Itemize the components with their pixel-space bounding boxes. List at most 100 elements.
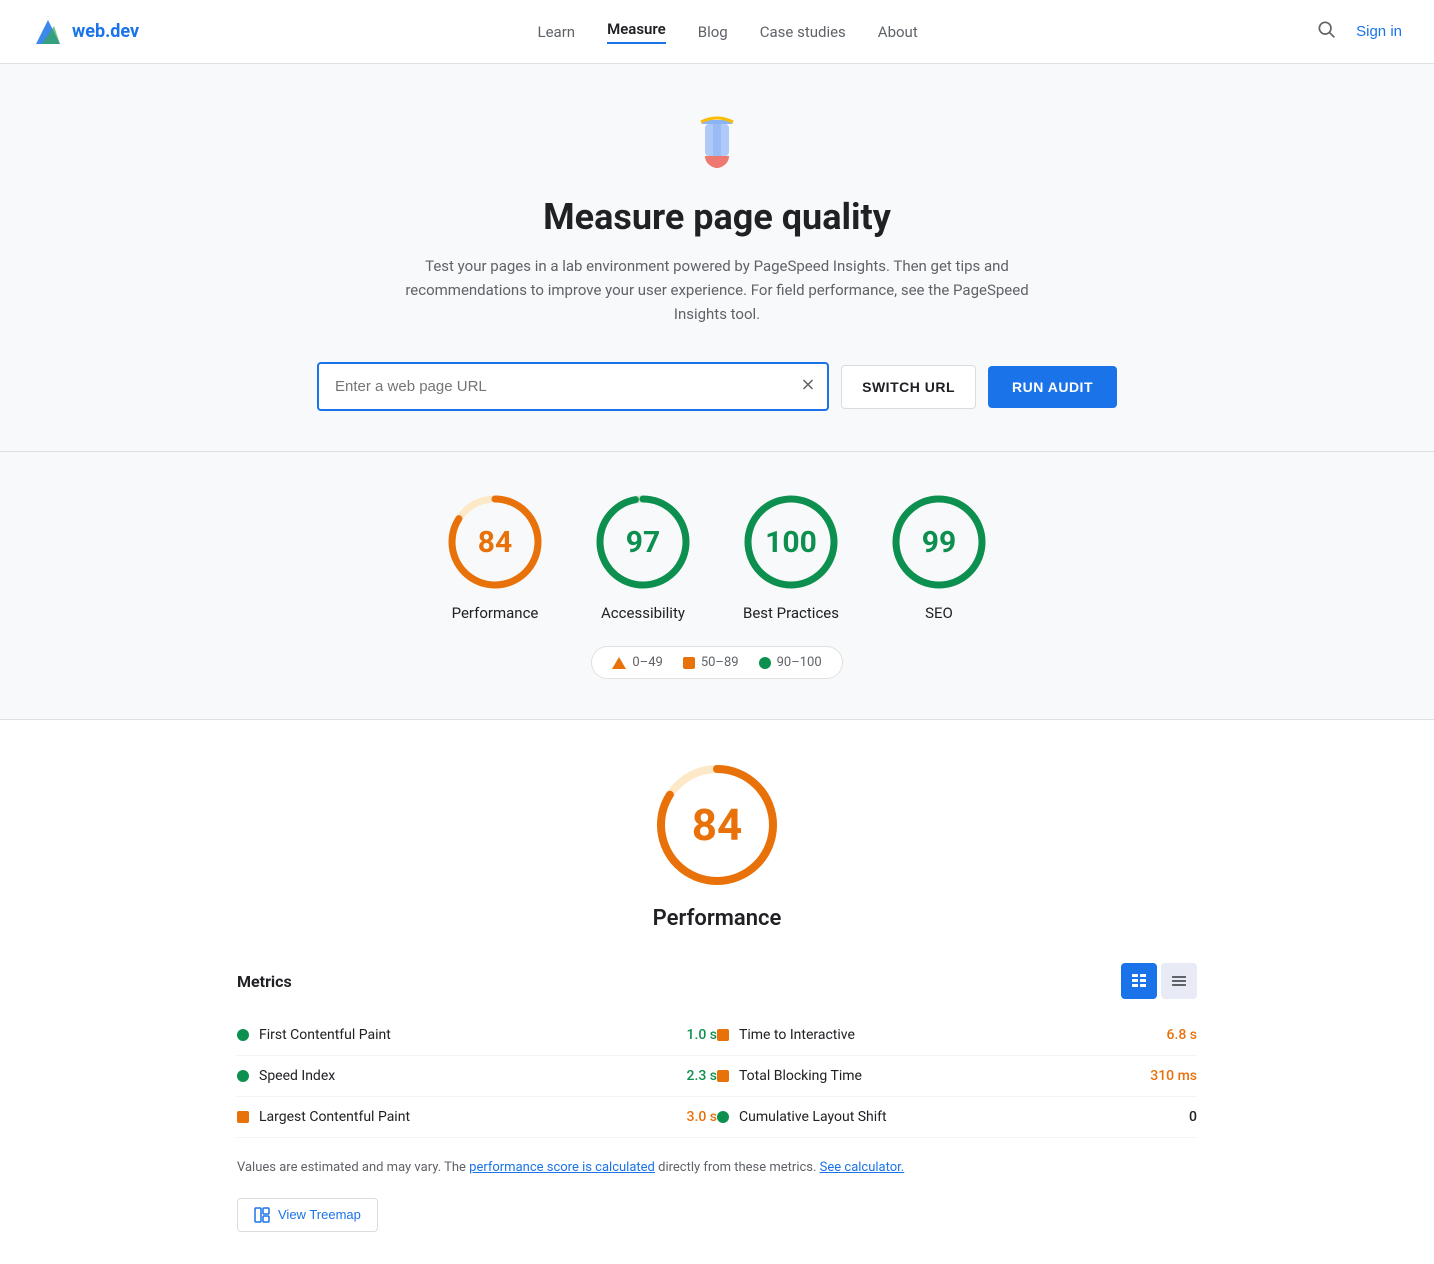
hero-title: Measure page quality bbox=[32, 196, 1402, 238]
score-item-performance: 84 Performance bbox=[445, 492, 545, 622]
metric-row-cls: Cumulative Layout Shift 0 bbox=[717, 1097, 1197, 1138]
perf-score-link[interactable]: performance score is calculated bbox=[469, 1160, 655, 1175]
metric-name-tti: Time to Interactive bbox=[739, 1027, 1157, 1043]
legend-fail-range: 0–49 bbox=[632, 655, 662, 670]
switch-url-button[interactable]: SWITCH URL bbox=[841, 365, 976, 409]
score-circle-best-practices: 100 bbox=[741, 492, 841, 592]
performance-score-circle: 84 bbox=[652, 760, 782, 890]
metric-value-lcp: 3.0 s bbox=[687, 1109, 718, 1125]
metric-name-tbt: Total Blocking Time bbox=[739, 1068, 1140, 1084]
url-input[interactable] bbox=[317, 362, 829, 411]
grid-icon bbox=[1131, 973, 1147, 989]
navigation: web.dev Learn Measure Blog Case studies … bbox=[0, 0, 1434, 64]
metrics-left-column: First Contentful Paint 1.0 s Speed Index… bbox=[237, 1015, 717, 1138]
close-icon bbox=[799, 375, 817, 393]
metric-indicator-tti bbox=[717, 1029, 729, 1041]
metric-indicator-fcp bbox=[237, 1029, 249, 1041]
score-value-seo: 99 bbox=[922, 525, 956, 560]
values-note: Values are estimated and may vary. The p… bbox=[237, 1158, 1197, 1178]
run-audit-button[interactable]: RUN AUDIT bbox=[988, 366, 1117, 408]
score-item-best-practices: 100 Best Practices bbox=[741, 492, 841, 622]
score-item-accessibility: 97 Accessibility bbox=[593, 492, 693, 622]
score-legend: 0–49 50–89 90–100 bbox=[591, 646, 842, 679]
score-label-best-practices: Best Practices bbox=[743, 604, 839, 622]
legend-item-average: 50–89 bbox=[683, 655, 739, 670]
legend-item-pass: 90–100 bbox=[759, 655, 822, 670]
nav-link-learn[interactable]: Learn bbox=[538, 23, 576, 41]
nav-link-about[interactable]: About bbox=[878, 23, 918, 41]
search-icon bbox=[1316, 19, 1336, 39]
metrics-title: Metrics bbox=[237, 972, 292, 991]
nav-link-measure[interactable]: Measure bbox=[607, 20, 666, 44]
score-item-seo: 99 SEO bbox=[889, 492, 989, 622]
hero-description: Test your pages in a lab environment pow… bbox=[377, 254, 1057, 326]
nav-link-blog[interactable]: Blog bbox=[698, 23, 728, 41]
url-clear-button[interactable] bbox=[799, 375, 817, 398]
metric-name-speed-index: Speed Index bbox=[259, 1068, 677, 1084]
scores-section: 84 Performance 97 Accessibility 100 Best… bbox=[0, 452, 1434, 720]
metric-value-fcp: 1.0 s bbox=[687, 1027, 718, 1043]
metric-indicator-cls bbox=[717, 1111, 729, 1123]
metrics-header: Metrics bbox=[237, 963, 1197, 999]
metric-value-cls: 0 bbox=[1189, 1109, 1197, 1125]
score-label-accessibility: Accessibility bbox=[601, 604, 685, 622]
score-circle-accessibility: 97 bbox=[593, 492, 693, 592]
metrics-view-toggle bbox=[1121, 963, 1197, 999]
fail-icon bbox=[612, 657, 626, 669]
treemap-icon bbox=[254, 1207, 270, 1223]
average-icon bbox=[683, 657, 695, 669]
metric-row-tti: Time to Interactive 6.8 s bbox=[717, 1015, 1197, 1056]
view-treemap-label: View Treemap bbox=[278, 1207, 361, 1222]
score-value-accessibility: 97 bbox=[626, 525, 660, 560]
score-label-seo: SEO bbox=[925, 604, 953, 622]
metric-name-fcp: First Contentful Paint bbox=[259, 1027, 677, 1043]
list-icon bbox=[1171, 973, 1187, 989]
url-input-wrapper bbox=[317, 362, 829, 411]
metrics-section: Metrics bbox=[237, 963, 1197, 1232]
grid-view-button[interactable] bbox=[1121, 963, 1157, 999]
performance-detail-section: 84 Performance Metrics bbox=[0, 720, 1434, 1264]
metrics-right-column: Time to Interactive 6.8 s Total Blocking… bbox=[717, 1015, 1197, 1138]
scores-row: 84 Performance 97 Accessibility 100 Best… bbox=[32, 492, 1402, 622]
metric-value-tti: 6.8 s bbox=[1167, 1027, 1198, 1043]
nav-links: Learn Measure Blog Case studies About bbox=[538, 20, 918, 44]
nav-right: Sign in bbox=[1316, 19, 1402, 45]
hero-section: Measure page quality Test your pages in … bbox=[0, 64, 1434, 452]
logo-text: web.dev bbox=[72, 21, 139, 42]
metrics-grid: First Contentful Paint 1.0 s Speed Index… bbox=[237, 1015, 1197, 1138]
metric-indicator-tbt bbox=[717, 1070, 729, 1082]
metric-value-tbt: 310 ms bbox=[1150, 1068, 1197, 1084]
metric-value-speed-index: 2.3 s bbox=[687, 1068, 718, 1084]
values-note-text-2: directly from these metrics. bbox=[655, 1160, 820, 1175]
legend-item-fail: 0–49 bbox=[612, 655, 662, 670]
metric-name-lcp: Largest Contentful Paint bbox=[259, 1109, 677, 1125]
metric-indicator-lcp bbox=[237, 1111, 249, 1123]
metric-row-speed-index: Speed Index 2.3 s bbox=[237, 1056, 717, 1097]
values-note-text: Values are estimated and may vary. The bbox=[237, 1160, 469, 1175]
lighthouse-icon bbox=[685, 112, 749, 176]
metric-row-fcp: First Contentful Paint 1.0 s bbox=[237, 1015, 717, 1056]
calculator-link[interactable]: See calculator. bbox=[820, 1160, 905, 1175]
logo[interactable]: web.dev bbox=[32, 16, 139, 48]
pass-icon bbox=[759, 657, 771, 669]
score-circle-performance: 84 bbox=[445, 492, 545, 592]
score-value-best-practices: 100 bbox=[765, 525, 817, 560]
score-value-performance: 84 bbox=[478, 525, 512, 560]
list-view-button[interactable] bbox=[1161, 963, 1197, 999]
nav-link-case-studies[interactable]: Case studies bbox=[760, 23, 846, 41]
score-label-performance: Performance bbox=[452, 604, 539, 622]
legend-average-range: 50–89 bbox=[701, 655, 739, 670]
performance-score-wrapper: 84 Performance bbox=[32, 760, 1402, 931]
url-input-area: SWITCH URL RUN AUDIT bbox=[317, 362, 1117, 411]
metric-name-cls: Cumulative Layout Shift bbox=[739, 1109, 1179, 1125]
legend-pass-range: 90–100 bbox=[777, 655, 822, 670]
perf-score-value: 84 bbox=[692, 799, 743, 851]
view-treemap-button[interactable]: View Treemap bbox=[237, 1198, 378, 1232]
signin-button[interactable]: Sign in bbox=[1356, 23, 1402, 40]
score-circle-seo: 99 bbox=[889, 492, 989, 592]
metric-row-lcp: Largest Contentful Paint 3.0 s bbox=[237, 1097, 717, 1138]
metric-row-tbt: Total Blocking Time 310 ms bbox=[717, 1056, 1197, 1097]
performance-title: Performance bbox=[32, 906, 1402, 931]
search-button[interactable] bbox=[1316, 19, 1336, 45]
metric-indicator-speed-index bbox=[237, 1070, 249, 1082]
